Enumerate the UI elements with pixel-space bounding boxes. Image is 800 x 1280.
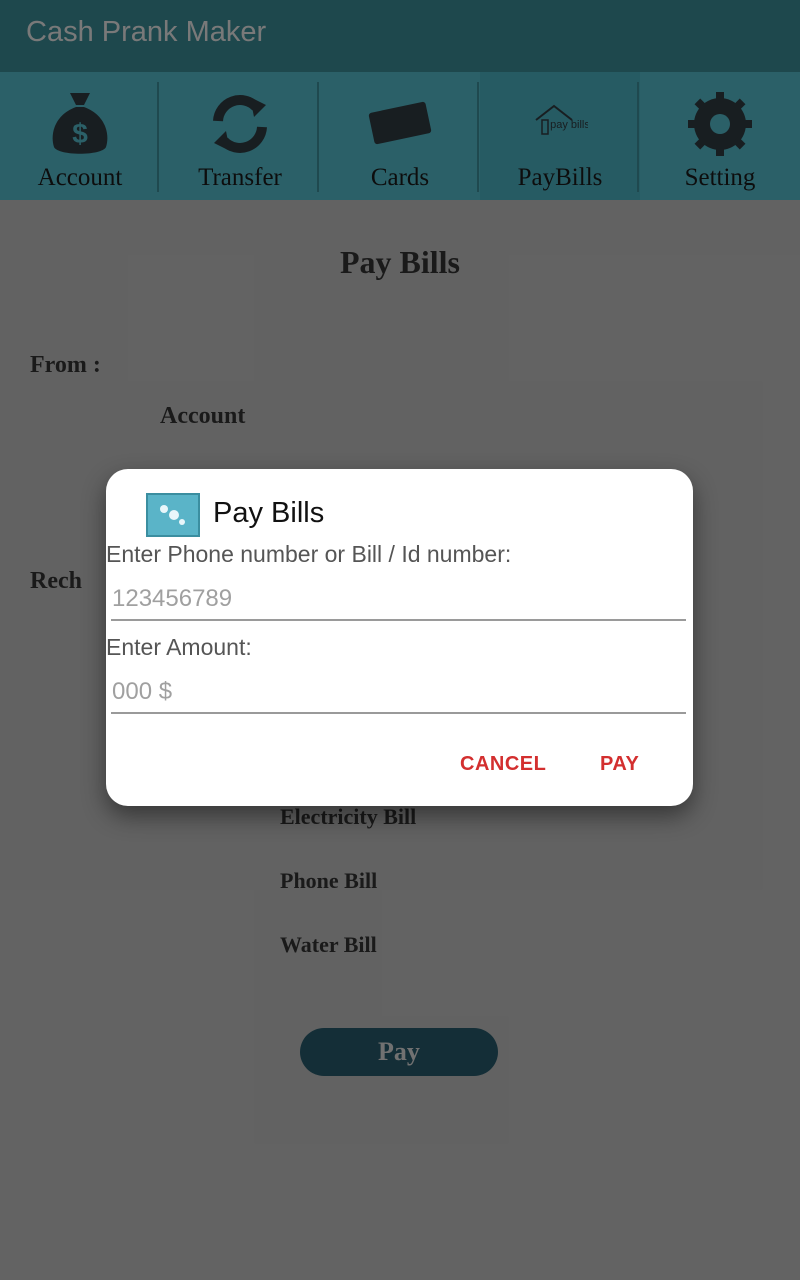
- pay-dialog-button[interactable]: PAY: [600, 753, 639, 776]
- dialog-title: Pay Bills: [213, 497, 325, 529]
- pay-bills-dialog: Pay Bills Enter Phone number or Bill / I…: [106, 469, 693, 806]
- amount-input[interactable]: [111, 678, 686, 714]
- app-icon: [146, 493, 200, 537]
- phone-number-input[interactable]: [111, 585, 686, 621]
- amount-label: Enter Amount:: [106, 634, 252, 660]
- cancel-button[interactable]: CANCEL: [460, 753, 546, 776]
- phone-number-label: Enter Phone number or Bill / Id number:: [106, 541, 512, 567]
